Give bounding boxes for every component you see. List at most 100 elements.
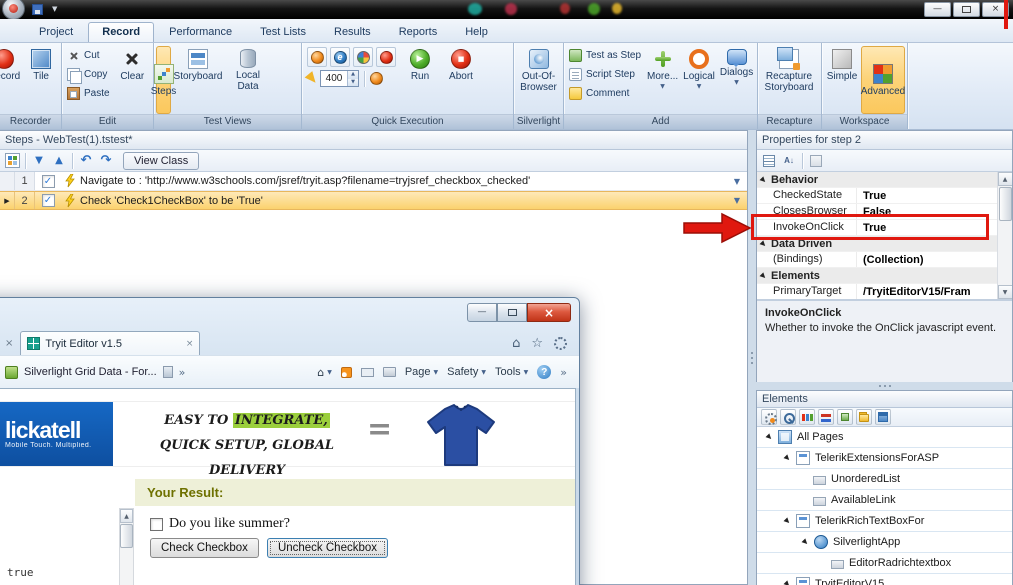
mail-icon[interactable] [360, 367, 374, 377]
tree-item-all-pages[interactable]: ▶ All Pages [757, 427, 1012, 448]
scroll-up-icon[interactable]: ▲ [997, 172, 1012, 186]
recapture-storyboard-button[interactable]: Recapture Storyboard [760, 46, 818, 96]
collapse-icon[interactable]: ▶ [757, 173, 769, 185]
compare-elements-icon[interactable] [818, 409, 834, 425]
view-class-button[interactable]: View Class [123, 151, 200, 170]
storyboard-view-button[interactable]: Storyboard [172, 46, 224, 85]
browser-chrome-button[interactable] [353, 47, 373, 67]
vertical-splitter[interactable] [748, 130, 756, 585]
property-category-behavior[interactable]: ▶ Behavior [757, 172, 1012, 188]
tab-close-icon[interactable]: × [186, 339, 194, 349]
tab-reports[interactable]: Reports [386, 23, 451, 42]
app-menu-orb[interactable] [2, 0, 25, 20]
tools-menu[interactable]: Tools ▼ [495, 366, 528, 378]
property-row-primarytarget[interactable]: PrimaryTarget/TryitEditorV15/Fram [757, 284, 1012, 299]
tree-item-availablelink[interactable]: AvailableLink [757, 490, 1012, 511]
overflow-chevron-icon[interactable]: » [560, 366, 567, 379]
add-folder-icon[interactable] [856, 409, 872, 425]
minimize-button[interactable]: — [924, 2, 951, 17]
print-icon[interactable] [382, 367, 396, 377]
help-icon[interactable]: ? [537, 365, 552, 379]
local-data-view-button[interactable]: Local Data [225, 46, 271, 95]
alphabetical-sort-button[interactable]: A↓ [780, 152, 798, 170]
expander-icon[interactable]: ▶ [781, 515, 793, 527]
tree-item-silverlightapp[interactable]: ▶ SilverlightApp [757, 532, 1012, 553]
tree-item-tryiteditorv15[interactable]: ▶ TryitEditorV15 [757, 574, 1012, 585]
record-button[interactable]: Record [0, 46, 22, 85]
pin-icon[interactable] [162, 366, 173, 378]
test-as-step-button[interactable]: Test as Step [566, 46, 644, 65]
safety-menu[interactable]: Safety ▼ [447, 366, 486, 378]
browser-close-button[interactable]: × [527, 303, 571, 322]
move-step-down-button[interactable]: ▼ [30, 152, 48, 170]
browser-tab[interactable]: Tryit Editor v1.5 × [20, 331, 201, 355]
tree-item-unorderedlist[interactable]: UnorderedList [757, 469, 1012, 490]
close-icon[interactable]: × [5, 338, 13, 349]
property-category-elements[interactable]: ▶ Elements [757, 268, 1012, 284]
check-checkbox-button[interactable]: Check Checkbox [150, 538, 259, 558]
speed-input[interactable]: 400 ▲ ▼ [320, 70, 359, 87]
highlight-element-icon[interactable] [370, 72, 383, 85]
tab-record[interactable]: Record [88, 22, 155, 42]
tab-results[interactable]: Results [321, 23, 384, 42]
page-menu[interactable]: Page ▼ [405, 366, 438, 378]
property-row-bindings[interactable]: (Bindings) (Collection) [757, 252, 1012, 268]
tab-help[interactable]: Help [452, 23, 501, 42]
step-enabled-checkbox[interactable]: ✓ [41, 174, 55, 188]
categorized-view-button[interactable] [760, 152, 778, 170]
scroll-up-icon[interactable]: ▲ [120, 509, 133, 523]
out-of-browser-button[interactable]: Out-Of-Browser [516, 46, 561, 96]
tree-item-telerikrichtextboxfor[interactable]: ▶ TelerikRichTextBoxFor [757, 511, 1012, 532]
highlight-element-icon[interactable] [799, 409, 815, 425]
settings-icon[interactable] [761, 409, 777, 425]
quick-access-dropdown-icon[interactable]: ▼ [52, 5, 57, 13]
browser-maximize-button[interactable] [497, 303, 527, 322]
abort-button[interactable]: ■ Abort [441, 46, 481, 85]
step-row-1[interactable]: 1 ✓ Navigate to : 'http://www.w3schools.… [0, 172, 747, 191]
simple-workspace-button[interactable]: Simple [824, 46, 860, 85]
feeds-icon[interactable] [340, 366, 352, 378]
clear-button[interactable]: Clear [114, 46, 151, 85]
logical-button[interactable]: Logical ▼ [681, 46, 717, 92]
home-menu-button[interactable]: ⌂ ▼ [317, 366, 332, 379]
copy-button[interactable]: Copy [64, 65, 113, 84]
undo-button[interactable]: ↶ [77, 152, 95, 170]
summer-checkbox[interactable] [150, 517, 163, 531]
redo-button[interactable]: ↷ [97, 152, 115, 170]
gear-icon[interactable] [554, 337, 567, 350]
uncheck-checkbox-button[interactable]: Uncheck Checkbox [266, 538, 389, 558]
scrollbar-thumb[interactable] [998, 187, 1012, 221]
step-dropdown-icon[interactable]: ▼ [727, 177, 747, 186]
step-row-2[interactable]: ▶ 2 ✓ Check 'Check1CheckBox' to be 'True… [0, 191, 747, 210]
expander-icon[interactable]: ▶ [781, 578, 793, 585]
expander-icon[interactable]: ▶ [763, 431, 775, 443]
expander-icon[interactable]: ▶ [781, 452, 793, 464]
tab-test-lists[interactable]: Test Lists [247, 23, 319, 42]
tree-item-telerikextensionsforasp[interactable]: ▶ TelerikExtensionsForASP [757, 448, 1012, 469]
home-icon[interactable]: ⌂ [512, 337, 520, 350]
move-step-up-button[interactable]: ▲ [50, 152, 68, 170]
favorites-bar-item[interactable]: Silverlight Grid Data - For... [24, 366, 157, 378]
property-pages-button[interactable] [807, 152, 825, 170]
more-button[interactable]: More... ▼ [645, 46, 680, 92]
cut-button[interactable]: Cut [64, 46, 113, 65]
step-settings-button[interactable] [3, 152, 21, 170]
favorites-icon[interactable]: ☆ [531, 337, 543, 350]
browser-view-icon[interactable] [875, 409, 891, 425]
properties-scrollbar[interactable]: ▲ ▼ [997, 172, 1012, 299]
scroll-down-icon[interactable]: ▼ [997, 285, 1012, 299]
speed-spinner[interactable]: ▲ ▼ [347, 71, 358, 86]
browser-safari-button[interactable] [376, 47, 396, 67]
summer-checkbox-row[interactable]: Do you like summer? [150, 516, 290, 532]
property-row-checkedstate[interactable]: CheckedState True [757, 188, 1012, 204]
step-enabled-checkbox[interactable]: ✓ [41, 194, 55, 207]
tab-project[interactable]: Project [26, 23, 86, 42]
advanced-workspace-button[interactable]: Advanced [861, 46, 905, 114]
search-icon[interactable] [780, 409, 796, 425]
browser-firefox-button[interactable] [307, 47, 327, 67]
tile-button[interactable]: Tile [23, 46, 59, 85]
step-dropdown-icon[interactable]: ▼ [727, 196, 747, 205]
collapse-icon[interactable]: ▶ [757, 269, 769, 281]
save-icon[interactable] [32, 4, 43, 15]
browser-minimize-button[interactable]: — [467, 303, 497, 322]
